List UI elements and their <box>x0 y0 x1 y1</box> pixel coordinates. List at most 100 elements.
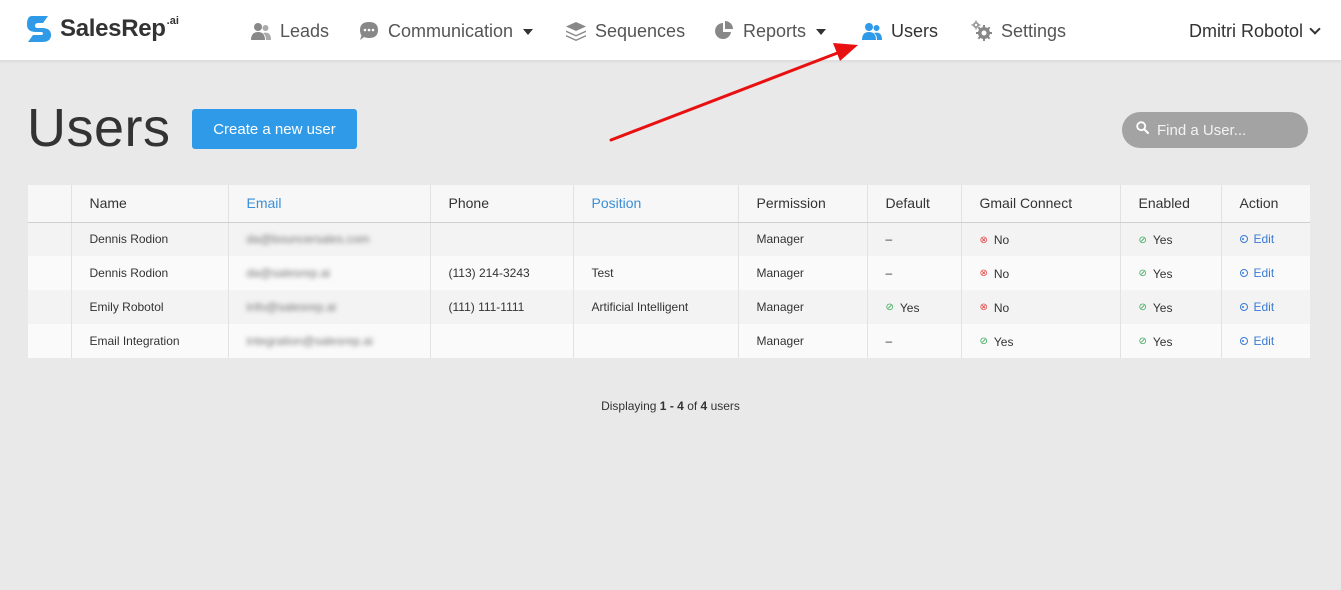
edit-icon <box>1239 235 1248 244</box>
edit-icon <box>1239 269 1248 277</box>
user-menu[interactable]: Dmitri Robotol <box>1188 18 1321 44</box>
pager-suffix: users <box>710 399 740 413</box>
pager-from: 1 <box>659 399 667 413</box>
x-circle-icon: ⊗ <box>979 302 988 314</box>
row-select-cell <box>28 324 72 358</box>
check-circle-icon: ⊘ <box>1138 268 1147 280</box>
edit-user-link[interactable]: Edit <box>1239 232 1274 246</box>
user-permission-cell: Manager <box>738 256 868 290</box>
chat-icon <box>358 20 380 42</box>
user-position-cell <box>573 222 739 256</box>
check-circle-icon: ⊘ <box>979 336 988 348</box>
top-navbar: SalesRep .ai Leads Communication Sequenc… <box>0 0 1341 61</box>
search-input[interactable] <box>1157 121 1297 139</box>
pagination-summary: Displaying 1 - 4 of 4 users <box>0 399 1341 413</box>
check-circle-icon: ⊘ <box>1138 234 1147 246</box>
user-enabled-cell: ⊘ Yes <box>1120 324 1222 358</box>
user-default-cell: – <box>867 256 962 290</box>
column-header-email[interactable]: Email <box>228 185 431 223</box>
column-header-position[interactable]: Position <box>573 185 739 223</box>
nav-communication[interactable]: Communication <box>358 18 534 44</box>
users-icon <box>250 20 272 42</box>
user-phone-cell: (111) 111-1111 <box>430 290 574 324</box>
column-header-action: Action <box>1221 185 1310 223</box>
column-header-default: Default <box>867 185 962 223</box>
edit-user-link[interactable]: Edit <box>1239 334 1275 348</box>
x-circle-icon: ⊗ <box>979 268 988 280</box>
user-default-cell: – <box>867 324 962 358</box>
edit-icon <box>1239 337 1248 345</box>
nav-settings[interactable]: Settings <box>971 18 1066 44</box>
user-name-cell: Emily Robotol <box>71 290 229 324</box>
column-header-enabled: Enabled <box>1120 185 1222 223</box>
user-default-cell: – <box>867 222 962 256</box>
nav-sequences-label: Sequences <box>595 20 686 41</box>
user-name-cell: Dennis Rodion <box>71 222 229 256</box>
user-action-cell: Edit <box>1221 324 1310 358</box>
enabled-status: Yes <box>1152 233 1173 247</box>
default-status: Yes <box>899 300 920 315</box>
column-header-name: Name <box>71 185 229 223</box>
users-table: Name Email Phone Position Permission Def… <box>28 185 1310 358</box>
user-email-blurred: da@salesrep.ai <box>246 266 331 280</box>
user-phone-cell <box>430 222 574 256</box>
user-enabled-cell: ⊘ Yes <box>1120 222 1222 256</box>
edit-label: Edit <box>1253 334 1275 348</box>
nav-leads-label: Leads <box>280 20 330 41</box>
user-enabled-cell: ⊘ Yes <box>1120 256 1222 290</box>
edit-user-link[interactable]: Edit <box>1239 300 1274 314</box>
row-select-cell <box>28 256 72 290</box>
edit-user-link[interactable]: Edit <box>1239 266 1274 280</box>
check-circle-icon: ⊘ <box>885 302 894 314</box>
user-name-cell: Email Integration <box>71 324 229 358</box>
user-name: Dmitri Robotol <box>1188 20 1303 41</box>
user-enabled-cell: ⊘ Yes <box>1120 290 1222 324</box>
gmail-status: Yes <box>993 334 1014 349</box>
user-phone-cell: (113) 214-3243 <box>430 256 574 290</box>
gmail-status: No <box>993 233 1010 247</box>
user-email-blurred: da@bouncersales.com <box>246 232 370 247</box>
pie-chart-icon <box>713 20 735 42</box>
gear-icon <box>971 20 993 42</box>
user-search[interactable] <box>1122 112 1308 148</box>
gmail-status: No <box>993 300 1010 315</box>
user-position-cell: Test <box>573 256 739 290</box>
nav-settings-label: Settings <box>1001 20 1067 41</box>
column-header-permission: Permission <box>738 185 868 223</box>
table-header-row: Name Email Phone Position Permission Def… <box>28 185 1310 223</box>
user-email-blurred: integration@salesrep.ai <box>246 334 373 348</box>
column-header-gmail-connect: Gmail Connect <box>961 185 1121 223</box>
user-position-cell <box>573 324 739 358</box>
nav-leads[interactable]: Leads <box>250 18 329 44</box>
user-phone-cell <box>430 324 574 358</box>
brand-name: SalesRep <box>60 15 166 42</box>
user-email-cell: integration@salesrep.ai <box>228 324 431 358</box>
user-email-cell: da@bouncersales.com <box>228 222 431 256</box>
chevron-down-icon <box>523 28 534 35</box>
pager-total: 4 <box>700 399 708 413</box>
table-row: Email Integration integration@salesrep.a… <box>28 324 1310 358</box>
column-header-phone: Phone <box>430 185 574 223</box>
pager-to: 4 <box>677 399 684 413</box>
layers-icon <box>565 20 587 42</box>
salesrep-logo[interactable]: SalesRep .ai <box>24 13 179 45</box>
edit-icon <box>1239 303 1248 311</box>
table-row: Dennis Rodion da@salesrep.ai (113) 214-3… <box>28 256 1310 290</box>
chevron-down-icon <box>1309 23 1321 35</box>
column-header-select <box>28 185 72 223</box>
nav-users[interactable]: Users <box>861 18 938 44</box>
enabled-status: Yes <box>1152 300 1173 315</box>
brand-suffix: .ai <box>166 15 179 27</box>
search-icon <box>1136 121 1149 139</box>
nav-sequences[interactable]: Sequences <box>565 18 685 44</box>
user-gmail-cell: ⊗ No <box>961 290 1121 324</box>
create-user-button[interactable]: Create a new user <box>192 109 357 149</box>
user-action-cell: Edit <box>1221 222 1310 256</box>
user-gmail-cell: ⊗ No <box>961 222 1121 256</box>
nav-communication-label: Communication <box>388 20 514 41</box>
user-gmail-cell: ⊘ Yes <box>961 324 1121 358</box>
page-title: Users <box>27 98 171 158</box>
row-select-cell <box>28 290 72 324</box>
nav-reports[interactable]: Reports <box>713 18 827 44</box>
user-email-cell: da@salesrep.ai <box>228 256 431 290</box>
